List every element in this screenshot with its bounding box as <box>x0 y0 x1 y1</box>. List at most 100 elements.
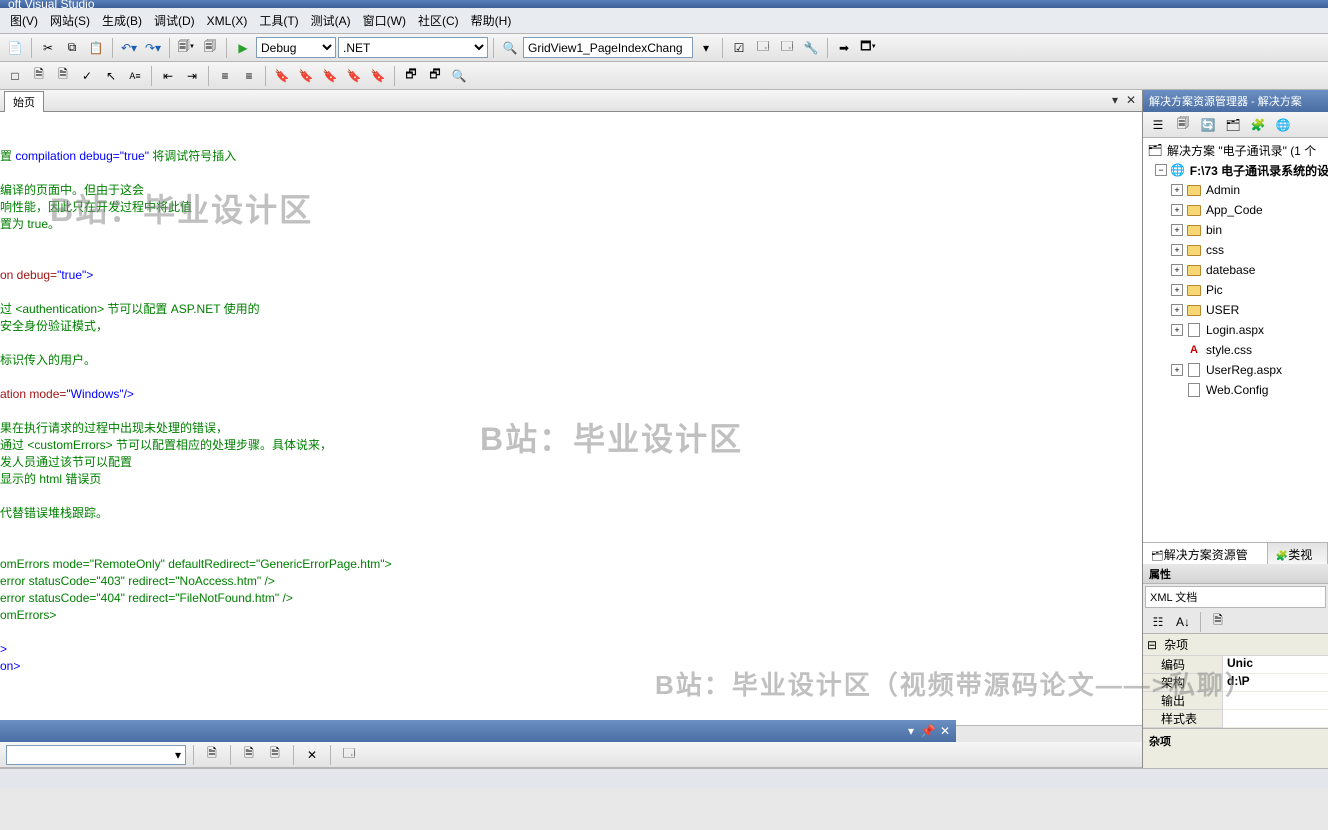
view-code-icon[interactable]: 🧩 <box>1247 114 1269 136</box>
menu-test[interactable]: 测试(A) <box>305 9 357 32</box>
alphabetical-icon[interactable]: A↓ <box>1172 611 1194 633</box>
show-all-files-icon[interactable]: 🗐 <box>1172 114 1194 136</box>
expand-icon[interactable]: + <box>1171 324 1183 336</box>
menu-tools[interactable]: 工具(T) <box>253 9 304 32</box>
properties-category[interactable]: ⊟ 杂项 <box>1143 634 1328 656</box>
tab-menu-dropdown-icon[interactable]: ▾ <box>1108 93 1122 107</box>
uncomment-icon[interactable]: ≡ <box>238 65 260 87</box>
expand-icon[interactable]: + <box>1171 284 1183 296</box>
bookmark-icon[interactable]: 🔖 <box>367 65 389 87</box>
tree-item[interactable]: +Login.aspx <box>1143 320 1328 340</box>
menu-help[interactable]: 帮助(H) <box>465 9 518 32</box>
menu-community[interactable]: 社区(C) <box>412 9 465 32</box>
cut-icon[interactable]: ✂ <box>37 37 59 59</box>
property-row[interactable]: 样式表 <box>1143 710 1328 728</box>
property-value[interactable]: Unic <box>1223 656 1328 674</box>
expand-icon[interactable]: + <box>1171 224 1183 236</box>
expand-icon[interactable]: + <box>1171 204 1183 216</box>
property-value[interactable] <box>1223 710 1328 728</box>
close-document-icon[interactable]: ✕ <box>1124 93 1138 107</box>
collapse-icon[interactable]: ⊟ <box>1147 638 1157 652</box>
tool-icon[interactable]: 🗗 <box>424 65 446 87</box>
property-value[interactable]: d:\P <box>1223 674 1328 692</box>
tool-icon[interactable]: 🔧 <box>800 37 822 59</box>
solution-tree[interactable]: 🗂 解决方案 "电子通讯录" (1 个 − 🌐 F:\73 电子通讯录系统的设 … <box>1143 138 1328 542</box>
menu-debug[interactable]: 调试(D) <box>148 9 201 32</box>
cursor-icon[interactable]: ↖ <box>100 65 122 87</box>
copy-website-icon[interactable]: 🌐 <box>1272 114 1294 136</box>
refresh-icon[interactable]: 🔄 <box>1197 114 1219 136</box>
property-row[interactable]: 输出 <box>1143 692 1328 710</box>
tool-icon[interactable]: ➡ <box>833 37 855 59</box>
paste-icon[interactable]: 📋 <box>85 37 107 59</box>
collapse-icon[interactable]: − <box>1155 164 1167 176</box>
navigate-back-icon[interactable]: 🗐▾ <box>175 37 197 59</box>
tool-icon[interactable]: 🗔 <box>752 37 774 59</box>
tree-item[interactable]: Web.Config <box>1143 380 1328 400</box>
properties-icon[interactable]: ☰ <box>1147 114 1169 136</box>
tree-item[interactable]: +datebase <box>1143 260 1328 280</box>
code-editor[interactable]: 置 compilation debug="true" 将调试符号插入 编译的页面… <box>0 112 1142 725</box>
tree-item[interactable]: +Admin <box>1143 180 1328 200</box>
property-pages-icon[interactable]: 🗎 <box>1207 611 1229 633</box>
tool-icon[interactable]: 🗔 <box>776 37 798 59</box>
menu-window[interactable]: 窗口(W) <box>357 9 412 32</box>
menu-view[interactable]: 图(V) <box>4 9 44 32</box>
tree-item[interactable]: +css <box>1143 240 1328 260</box>
property-value[interactable] <box>1223 692 1328 710</box>
tool-icon[interactable]: 🔍 <box>448 65 470 87</box>
bookmark-icon[interactable]: 🔖 <box>271 65 293 87</box>
redo-icon[interactable]: ↷▾ <box>142 37 164 59</box>
project-node[interactable]: − 🌐 F:\73 电子通讯录系统的设 <box>1143 160 1328 180</box>
expand-icon[interactable]: + <box>1171 304 1183 316</box>
new-project-icon[interactable]: 📄 <box>4 37 26 59</box>
bookmark-icon[interactable]: 🔖 <box>319 65 341 87</box>
tool-icon[interactable]: ☑ <box>728 37 750 59</box>
solution-node[interactable]: 🗂 解决方案 "电子通讯录" (1 个 <box>1143 140 1328 160</box>
property-row[interactable]: 编码Unic <box>1143 656 1328 674</box>
bookmark-icon[interactable]: 🔖 <box>343 65 365 87</box>
tab-class-view[interactable]: 🧩类视图 <box>1268 543 1328 564</box>
menu-xml[interactable]: XML(X) <box>201 11 254 31</box>
categorized-icon[interactable]: ☷ <box>1147 611 1169 633</box>
increase-indent-icon[interactable]: ⇥ <box>181 65 203 87</box>
tree-item[interactable]: +App_Code <box>1143 200 1328 220</box>
find-dropdown-icon[interactable]: ▾ <box>695 37 717 59</box>
tool-icon[interactable]: ✕ <box>301 744 323 766</box>
tree-item[interactable]: +Pic <box>1143 280 1328 300</box>
find-combobox[interactable] <box>523 37 693 58</box>
tree-item[interactable]: +UserReg.aspx <box>1143 360 1328 380</box>
select-icon[interactable]: ✓ <box>76 65 98 87</box>
navigate-forward-icon[interactable]: 🗐 <box>199 37 221 59</box>
tree-item[interactable]: Astyle.css <box>1143 340 1328 360</box>
menu-website[interactable]: 网站(S) <box>44 9 96 32</box>
pin-icon[interactable]: 📌 <box>921 724 935 738</box>
find-icon[interactable]: 🔍 <box>499 37 521 59</box>
output-source-dropdown[interactable]: ▾ <box>6 745 186 765</box>
comment-icon[interactable]: ≡ <box>214 65 236 87</box>
expand-icon[interactable]: + <box>1171 264 1183 276</box>
document-tab[interactable]: 始页 <box>4 91 44 112</box>
properties-object-selector[interactable]: XML 文档 <box>1145 586 1326 608</box>
platform-dropdown[interactable]: .NET <box>338 37 488 58</box>
expand-icon[interactable]: + <box>1171 184 1183 196</box>
copy-icon[interactable]: ⧉ <box>61 37 83 59</box>
expand-icon[interactable]: + <box>1171 244 1183 256</box>
tool-icon[interactable]: 🗎 <box>52 65 74 87</box>
undo-icon[interactable]: ↶▾ <box>118 37 140 59</box>
tool-icon[interactable]: 🗎 <box>264 744 286 766</box>
tool-icon[interactable]: 🗎 <box>28 65 50 87</box>
tool-icon[interactable]: 🗎 <box>238 744 260 766</box>
nest-icon[interactable]: 🗂 <box>1222 114 1244 136</box>
decrease-indent-icon[interactable]: ⇤ <box>157 65 179 87</box>
close-icon[interactable]: ✕ <box>938 724 952 738</box>
solution-config-dropdown[interactable]: Debug <box>256 37 336 58</box>
tree-item[interactable]: +bin <box>1143 220 1328 240</box>
tool-icon[interactable]: 🗎 <box>201 744 223 766</box>
bookmark-icon[interactable]: 🔖 <box>295 65 317 87</box>
tab-solution-explorer[interactable]: 🗂解决方案资源管理器 <box>1143 543 1268 564</box>
property-row[interactable]: 架构d:\P <box>1143 674 1328 692</box>
pane-dropdown-icon[interactable]: ▾ <box>904 724 918 738</box>
text-icon[interactable]: A≡ <box>124 65 146 87</box>
menu-build[interactable]: 生成(B) <box>96 9 148 32</box>
